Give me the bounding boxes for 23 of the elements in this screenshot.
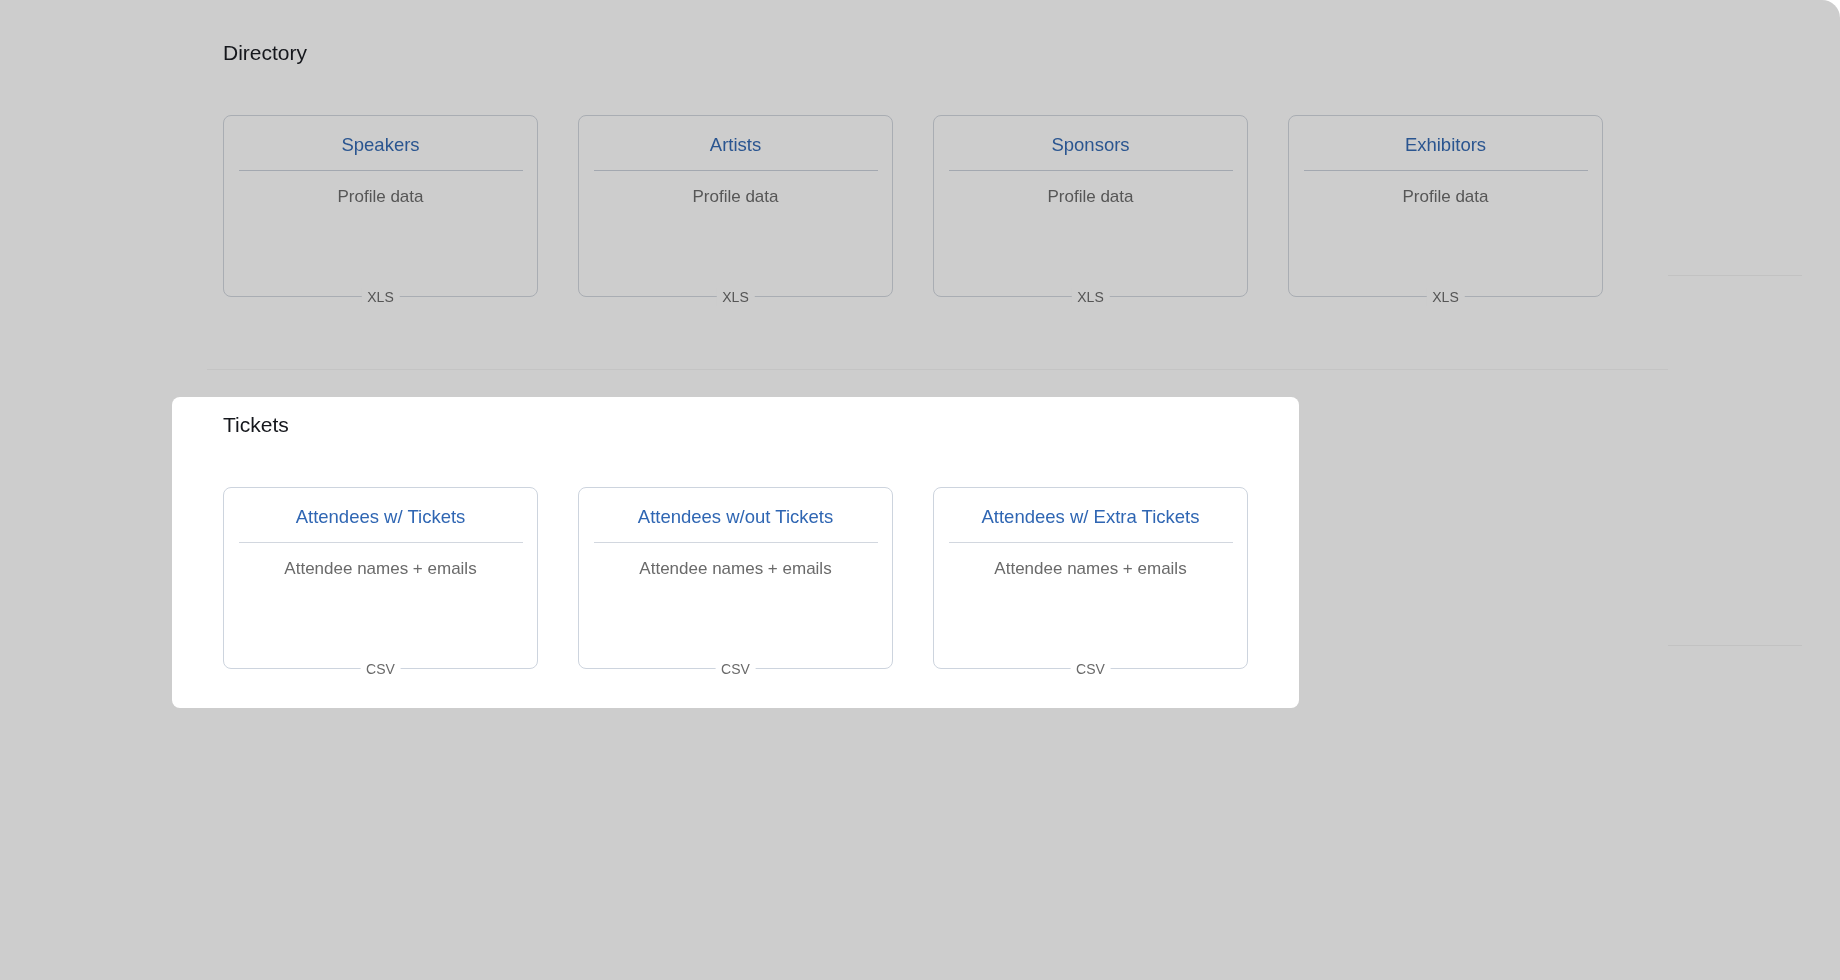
section-title: Directory bbox=[223, 41, 308, 65]
card-title: Sponsors bbox=[1051, 133, 1130, 157]
card-title: Attendees w/ Extra Tickets bbox=[981, 505, 1200, 529]
card-description: Attendee names + emails bbox=[994, 559, 1187, 579]
card-title: Exhibitors bbox=[1404, 133, 1487, 157]
card-description: Attendee names + emails bbox=[284, 559, 477, 579]
card-title: Attendees w/ Tickets bbox=[295, 505, 466, 529]
card-description: Attendee names + emails bbox=[639, 559, 832, 579]
card-description: Profile data bbox=[1047, 187, 1134, 207]
export-card[interactable]: Artists Profile data XLS bbox=[578, 115, 893, 306]
export-card[interactable]: Sponsors Profile data XLS bbox=[933, 115, 1248, 306]
export-card[interactable]: Speakers Profile data XLS bbox=[223, 115, 538, 306]
export-card[interactable]: Exhibitors Profile data XLS bbox=[1288, 115, 1603, 306]
export-card[interactable]: Attendees w/ Tickets Attendee names + emails CSV bbox=[223, 487, 538, 678]
card-description: Profile data bbox=[692, 187, 779, 207]
card-description: Profile data bbox=[337, 187, 424, 207]
section-title: Tickets bbox=[223, 413, 290, 437]
card-title: Speakers bbox=[341, 133, 420, 157]
card-title: Attendees w/out Tickets bbox=[637, 505, 834, 529]
export-card[interactable]: Attendees w/out Tickets Attendee names + emails CSV bbox=[578, 487, 893, 678]
export-card[interactable]: Attendees w/ Extra Tickets Attendee names + emails CSV bbox=[933, 487, 1248, 678]
card-description: Profile data bbox=[1402, 187, 1489, 207]
card-title: Artists bbox=[709, 133, 762, 157]
